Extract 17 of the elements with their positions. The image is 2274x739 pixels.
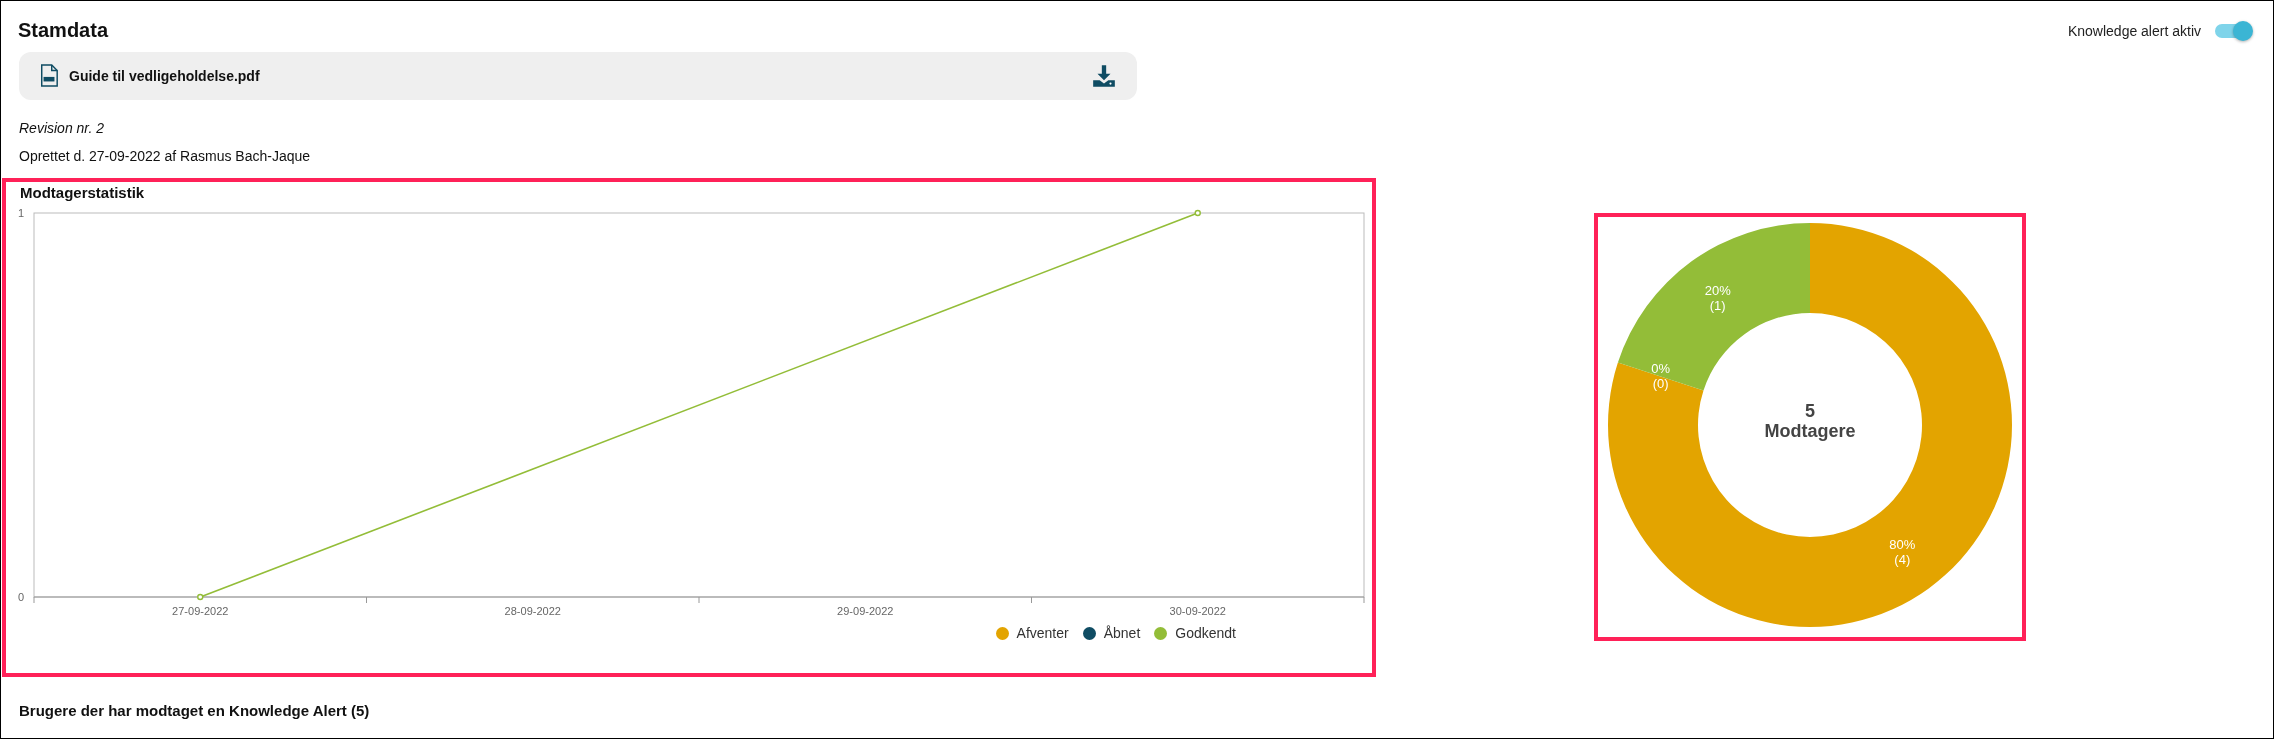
y-tick-label: 1 (17, 207, 24, 219)
x-tick-label: 29-09-2022 (837, 605, 894, 617)
page-title: Stamdata (18, 19, 109, 42)
x-tick-label: 27-09-2022 (172, 605, 229, 617)
y-tick-label: 0 (17, 591, 24, 603)
slice-label: 80% (4) (1889, 537, 1916, 567)
created-text: Oprettet d. 27-09-2022 af Rasmus Bach-Jaque (19, 148, 312, 164)
x-tick-label: 28-09-2022 (504, 605, 561, 617)
center-label: Modtagere (1764, 421, 1856, 441)
toggle-label: Knowledge alert aktiv (2067, 23, 2201, 39)
x-tick-label: 30-09-2022 (1169, 605, 1226, 617)
section-title: Brugere der har modtaget en Knowledge Alert (5) (19, 702, 371, 719)
slice-label: 0% (0) (1651, 361, 1671, 392)
slice-label: 20% (1) (1704, 283, 1731, 313)
revision-text: Revision nr. 2 (19, 120, 106, 136)
center-count: 5 (1805, 401, 1815, 421)
section-title: Modtagerstatistik (20, 184, 146, 201)
